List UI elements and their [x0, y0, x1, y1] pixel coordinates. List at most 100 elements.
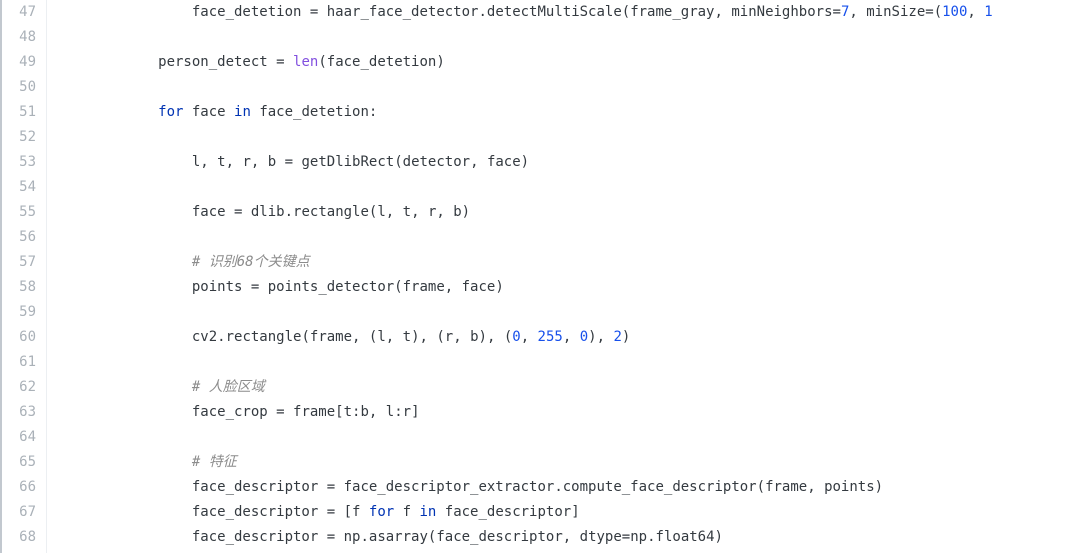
code-token: t	[344, 404, 352, 420]
code-token: ,	[369, 404, 386, 420]
code-token: rectangle	[293, 204, 369, 220]
code-token: ,	[226, 154, 243, 170]
code-token: np	[630, 529, 647, 545]
code-token: # 人脸区域	[192, 379, 265, 395]
code-line[interactable]: points = points_detector(frame, face)	[57, 275, 1080, 300]
code-line[interactable]: face_crop = frame[t:b, l:r]	[57, 400, 1080, 425]
code-token: r	[403, 404, 411, 420]
code-token: t	[403, 329, 411, 345]
code-line[interactable]: cv2.rectangle(frame, (l, t), (r, b), (0,…	[57, 325, 1080, 350]
code-token: :	[394, 404, 402, 420]
line-number: 65	[2, 450, 46, 475]
code-token: .	[554, 479, 562, 495]
code-line[interactable]: l, t, r, b = getDlibRect(detector, face)	[57, 150, 1080, 175]
code-token: face_detetion	[251, 104, 369, 120]
line-number: 54	[2, 175, 46, 200]
line-number: 50	[2, 75, 46, 100]
code-line[interactable]	[57, 300, 1080, 325]
code-token: dlib	[242, 204, 284, 220]
code-token: 1	[984, 4, 992, 20]
code-token: rectangle	[226, 329, 302, 345]
code-line[interactable]	[57, 225, 1080, 250]
code-token: (	[301, 329, 309, 345]
line-number: 66	[2, 475, 46, 500]
code-token: points_detector	[259, 279, 394, 295]
code-editor[interactable]: 4748495051525354555657585960616263646566…	[0, 0, 1080, 553]
code-token: b	[453, 204, 461, 220]
code-token: r	[242, 154, 250, 170]
code-token: 0	[512, 329, 520, 345]
code-token: b	[360, 404, 368, 420]
code-line[interactable]	[57, 350, 1080, 375]
line-number: 63	[2, 400, 46, 425]
code-line[interactable]	[57, 75, 1080, 100]
code-token: f	[352, 504, 369, 520]
line-number: 56	[2, 225, 46, 250]
code-line[interactable]	[57, 175, 1080, 200]
code-token: l	[377, 329, 385, 345]
code-token: frame_gray	[630, 4, 714, 20]
code-token: detector	[403, 154, 470, 170]
code-token: b	[470, 329, 478, 345]
code-token: np	[335, 529, 360, 545]
code-token	[57, 454, 192, 470]
code-token: [	[335, 404, 343, 420]
code-token: ),	[588, 329, 613, 345]
line-number: 60	[2, 325, 46, 350]
code-token: for	[158, 104, 183, 120]
code-line[interactable]: face_descriptor = face_descriptor_extrac…	[57, 475, 1080, 500]
code-area[interactable]: face_detetion = haar_face_detector.detec…	[47, 0, 1080, 553]
code-token: .	[360, 529, 368, 545]
code-token: ,	[563, 529, 580, 545]
code-token: frame	[285, 404, 336, 420]
code-line[interactable]: # 识别68个关键点	[57, 250, 1080, 275]
code-token	[57, 254, 192, 270]
code-token: len	[293, 54, 318, 70]
code-token: r	[445, 329, 453, 345]
code-line[interactable]	[57, 25, 1080, 50]
code-token: in	[419, 504, 436, 520]
code-token: .	[217, 329, 225, 345]
code-token: =	[285, 154, 293, 170]
line-number: 68	[2, 525, 46, 550]
code-line[interactable]: # 特征	[57, 450, 1080, 475]
code-line[interactable]: for face in face_detetion:	[57, 100, 1080, 125]
code-line[interactable]	[57, 425, 1080, 450]
code-token: compute_face_descriptor	[563, 479, 757, 495]
code-token: frame	[403, 279, 445, 295]
code-token: )	[521, 154, 529, 170]
code-line[interactable]: person_detect = len(face_detetion)	[57, 50, 1080, 75]
code-line[interactable]: face = dlib.rectangle(l, t, r, b)	[57, 200, 1080, 225]
code-token: (	[394, 279, 402, 295]
code-line[interactable]	[57, 125, 1080, 150]
code-token: (	[622, 4, 630, 20]
code-token: =	[622, 529, 630, 545]
code-token: ,	[470, 154, 487, 170]
code-token: dtype	[580, 529, 622, 545]
code-line[interactable]: face_descriptor = [f for f in face_descr…	[57, 500, 1080, 525]
code-token: .	[647, 529, 655, 545]
code-token	[335, 504, 343, 520]
code-line[interactable]: face_detetion = haar_face_detector.detec…	[57, 0, 1080, 25]
code-token: l	[377, 204, 385, 220]
code-token: frame	[310, 329, 352, 345]
code-token: .	[285, 204, 293, 220]
code-token: for	[369, 504, 394, 520]
code-token: 255	[538, 329, 563, 345]
code-token: 2	[613, 329, 621, 345]
code-token: face_descriptor_extractor	[335, 479, 554, 495]
code-token: face_crop	[57, 404, 276, 420]
code-line[interactable]: face_descriptor = np.asarray(face_descri…	[57, 525, 1080, 550]
code-token: =(	[925, 4, 942, 20]
line-number: 55	[2, 200, 46, 225]
code-token: , (	[352, 329, 377, 345]
code-token: face_detetion	[327, 54, 437, 70]
line-number: 48	[2, 25, 46, 50]
code-token: l	[57, 154, 200, 170]
code-token: face	[57, 204, 234, 220]
code-line[interactable]: # 人脸区域	[57, 375, 1080, 400]
code-token: )	[436, 54, 444, 70]
code-token: =	[833, 4, 841, 20]
code-token: face_descriptor	[57, 529, 327, 545]
code-token: face	[487, 154, 521, 170]
